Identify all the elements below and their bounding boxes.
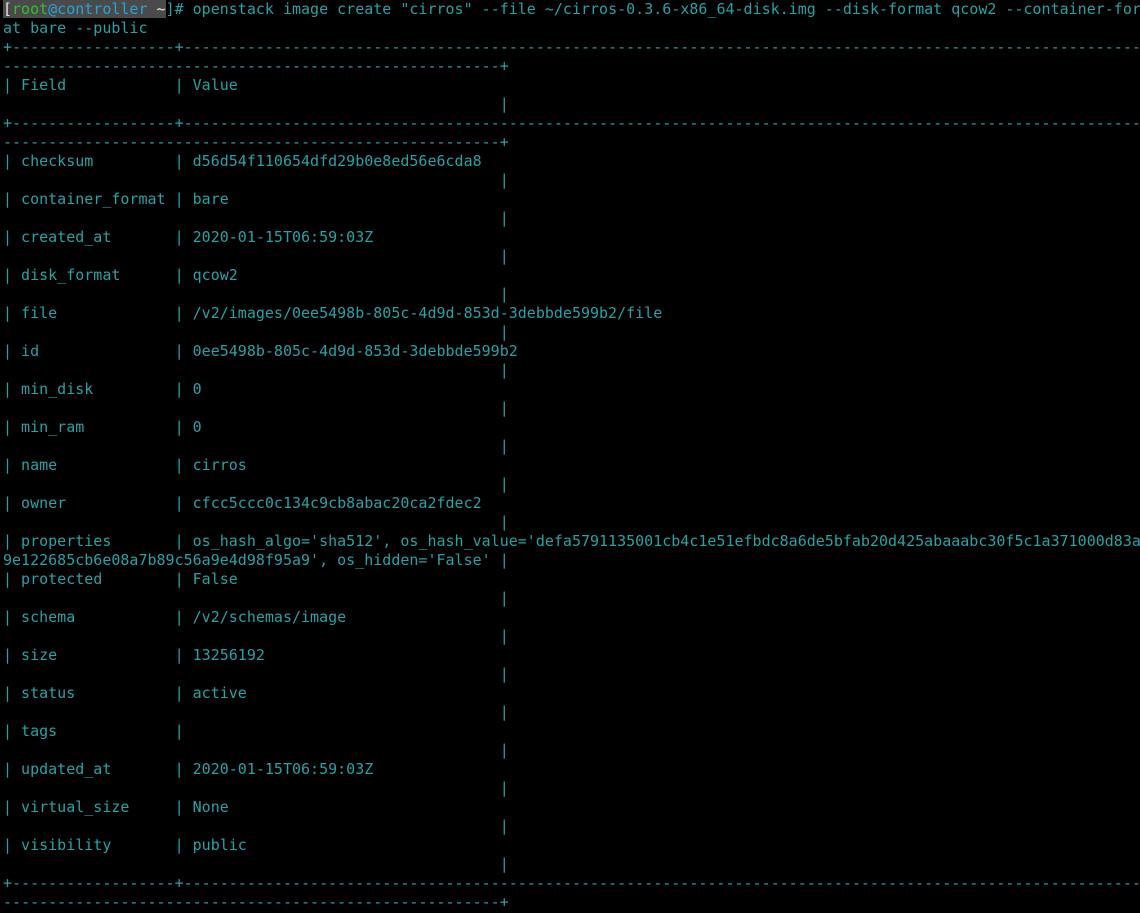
table-row: | status | active <box>3 684 247 702</box>
table-row-wrap: | <box>3 741 509 759</box>
table-row-wrap: | <box>3 513 509 531</box>
table-row: | container_format | bare <box>3 190 229 208</box>
table-row: | min_ram | 0 <box>3 418 202 436</box>
table-row: | name | cirros <box>3 456 247 474</box>
prompt-tail: ]# <box>165 0 193 18</box>
table-border-top: +------------------+--------------------… <box>3 38 1140 56</box>
table-row: | checksum | d56d54f110654dfd29b0e8ed56e… <box>3 152 482 170</box>
table-row-wrap: | <box>3 627 509 645</box>
table-row: | schema | /v2/schemas/image <box>3 608 347 626</box>
prompt-host: @controller <box>48 0 148 18</box>
table-row: | protected | False <box>3 570 238 588</box>
table-row: | id | 0ee5498b-805c-4d9d-853d-3debbde59… <box>3 342 518 360</box>
table-row-wrap: | <box>3 209 509 227</box>
command-wrap-line: at bare --public <box>3 19 148 37</box>
table-row-wrap: | <box>3 247 509 265</box>
table-row-wrap: | <box>3 399 509 417</box>
prompt-open-bracket: [ <box>3 0 13 18</box>
table-row: | tags | <box>3 722 184 740</box>
table-row-wrap: | <box>3 285 509 303</box>
table-row-wrap: | <box>3 817 509 835</box>
table-row: | updated_at | 2020-01-15T06:59:03Z <box>3 760 374 778</box>
table-border-top-wrap: ----------------------------------------… <box>3 57 509 75</box>
table-row-wrap: | <box>3 855 509 873</box>
table-row: | virtual_size | None <box>3 798 229 816</box>
table-border-mid: +------------------+--------------------… <box>3 114 1140 132</box>
prompt-cwd: ~ <box>147 0 166 18</box>
table-row-wrap: | <box>3 665 509 683</box>
table-row-wrap: | <box>3 323 509 341</box>
table-header-wrap: | <box>3 95 509 113</box>
prompt-line: [root@controller ~]# openstack image cre… <box>3 0 1140 19</box>
table-row-wrap: | <box>3 703 509 721</box>
table-row-wrap: | <box>3 475 509 493</box>
prompt-user: root <box>12 0 49 18</box>
table-row: | file | /v2/images/0ee5498b-805c-4d9d-8… <box>3 304 663 322</box>
table-row: | size | 13256192 <box>3 646 265 664</box>
table-border-bottom: +------------------+--------------------… <box>3 874 1140 892</box>
table-row-wrap: | <box>3 171 509 189</box>
terminal-window[interactable]: [root@controller ~]# openstack image cre… <box>0 0 1140 913</box>
table-row-wrap: | <box>3 589 509 607</box>
table-border-bottom-wrap: ----------------------------------------… <box>3 893 509 911</box>
table-row-wrap: | <box>3 779 509 797</box>
command-text: openstack image create "cirros" --file ~… <box>192 0 1140 18</box>
table-row: | owner | cfcc5ccc0c134c9cb8abac20ca2fde… <box>3 494 482 512</box>
table-row: | properties | os_hash_algo='sha512', os… <box>3 532 1140 550</box>
table-header-row: | Field | Value <box>3 76 238 94</box>
table-row: | min_disk | 0 <box>3 380 202 398</box>
table-row: | disk_format | qcow2 <box>3 266 238 284</box>
table-row-wrap: | <box>3 361 509 379</box>
table-row: | visibility | public <box>3 836 247 854</box>
table-row-wrap: 9e122685cb6e08a7b89c56a9e4d98f95a9', os_… <box>3 551 509 569</box>
table-row: | created_at | 2020-01-15T06:59:03Z <box>3 228 374 246</box>
table-row-wrap: | <box>3 437 509 455</box>
table-border-mid-wrap: ----------------------------------------… <box>3 133 509 151</box>
